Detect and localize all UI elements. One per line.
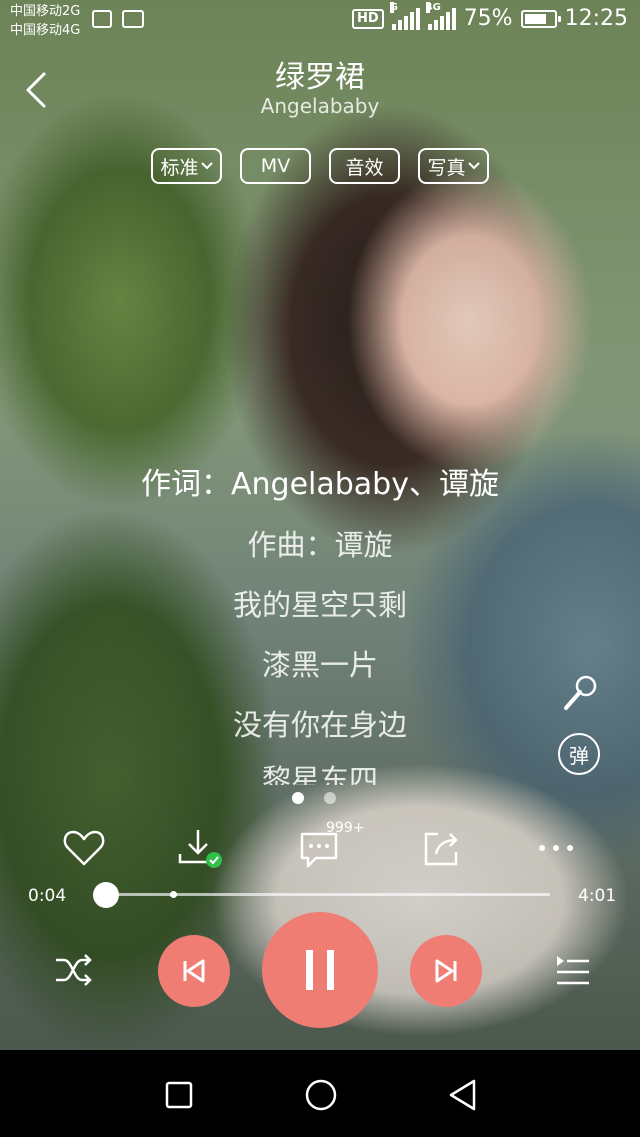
artist-name[interactable]: Angelababy xyxy=(0,94,640,118)
pause-icon xyxy=(306,950,334,990)
signal-1-tag: G xyxy=(389,1,398,13)
hd-badge: HD xyxy=(352,8,384,29)
page-indicator xyxy=(292,792,336,804)
page-dot xyxy=(324,792,336,804)
status-bar: 中国移动2G 中国移动4G HD G 4G 75% 12:25 xyxy=(0,0,640,44)
danmu-button[interactable]: 弹 xyxy=(558,733,600,775)
home-button[interactable] xyxy=(296,1070,346,1120)
next-button[interactable] xyxy=(410,935,482,1007)
photos-chip[interactable]: 写真 xyxy=(418,148,489,184)
mv-label: MV xyxy=(260,155,291,177)
battery-icon xyxy=(520,9,561,28)
image-notification-icon xyxy=(92,10,112,28)
shuffle-icon xyxy=(56,954,92,986)
system-back-button[interactable] xyxy=(438,1070,488,1120)
recents-button[interactable] xyxy=(154,1070,204,1120)
danmu-label: 弹 xyxy=(569,743,589,768)
shuffle-button[interactable] xyxy=(52,948,96,992)
heart-icon xyxy=(63,830,105,866)
signal-1-icon: G xyxy=(389,1,420,30)
square-icon xyxy=(165,1081,193,1109)
share-icon xyxy=(424,832,458,866)
effects-label: 音效 xyxy=(345,156,384,179)
total-time: 4:01 xyxy=(578,886,617,906)
lyrics-panel[interactable]: 作词：Angelababy、谭旋 作曲：谭旋 我的星空只剩 漆黑一片 没有你在身… xyxy=(0,455,640,785)
progress-handle[interactable] xyxy=(92,882,119,908)
notification-icons xyxy=(92,10,144,28)
more-button[interactable] xyxy=(532,826,580,870)
lyric-line: 漆黑一片 xyxy=(261,648,378,682)
playlist-icon xyxy=(557,956,589,985)
karaoke-button[interactable] xyxy=(558,672,602,716)
system-navigation-bar xyxy=(0,1050,640,1137)
current-time: 0:04 xyxy=(28,886,67,906)
effects-chip[interactable]: 音效 xyxy=(329,148,400,184)
skip-next-icon xyxy=(435,959,457,983)
carrier-1: 中国移动2G xyxy=(10,4,81,19)
download-icon xyxy=(178,830,222,868)
page-dot-active xyxy=(292,792,304,804)
triangle-back-icon xyxy=(449,1079,476,1111)
signal-2-tag: 4G xyxy=(425,1,441,13)
buffer-marker xyxy=(170,891,177,898)
music-player-screen: 中国移动2G 中国移动4G HD G 4G 75% 12:25 绿罗裙 Ange… xyxy=(0,0,640,1137)
battery-percent: 75% xyxy=(463,6,513,31)
chevron-down-icon xyxy=(467,162,480,170)
lyric-line: 作词：Angelababy、谭旋 xyxy=(141,467,499,502)
song-title: 绿罗裙 xyxy=(275,60,365,95)
carrier-2: 中国移动4G xyxy=(10,23,81,38)
circle-icon xyxy=(305,1079,337,1111)
microphone-icon xyxy=(564,675,597,710)
lyric-line: 我的星空只剩 xyxy=(232,588,407,622)
playlist-button[interactable] xyxy=(551,948,595,992)
comment-count: 999+ xyxy=(326,820,365,836)
previous-button[interactable] xyxy=(158,935,230,1007)
clock: 12:25 xyxy=(564,6,628,31)
quality-label: 标准 xyxy=(160,156,199,179)
carrier-labels: 中国移动2G 中国移动4G xyxy=(10,2,80,40)
pause-button[interactable] xyxy=(262,912,378,1028)
mv-chip[interactable]: MV xyxy=(240,148,311,184)
photos-label: 写真 xyxy=(427,156,466,179)
like-button[interactable] xyxy=(60,826,108,870)
share-button[interactable] xyxy=(418,826,466,870)
chevron-down-icon xyxy=(200,162,213,170)
progress-track[interactable] xyxy=(98,893,550,896)
signal-2-icon: 4G xyxy=(425,1,456,30)
lyric-line: 黎星东四 xyxy=(261,763,378,785)
lyric-line: 作曲：谭旋 xyxy=(247,528,393,562)
more-icon xyxy=(539,845,573,851)
skip-previous-icon xyxy=(183,959,205,983)
status-right: HD G 4G 75% 12:25 xyxy=(352,1,628,31)
keyboard-notification-icon xyxy=(122,10,144,28)
quality-chip[interactable]: 标准 xyxy=(151,148,222,184)
download-button[interactable] xyxy=(174,826,222,870)
lyric-line: 没有你在身边 xyxy=(232,708,407,742)
